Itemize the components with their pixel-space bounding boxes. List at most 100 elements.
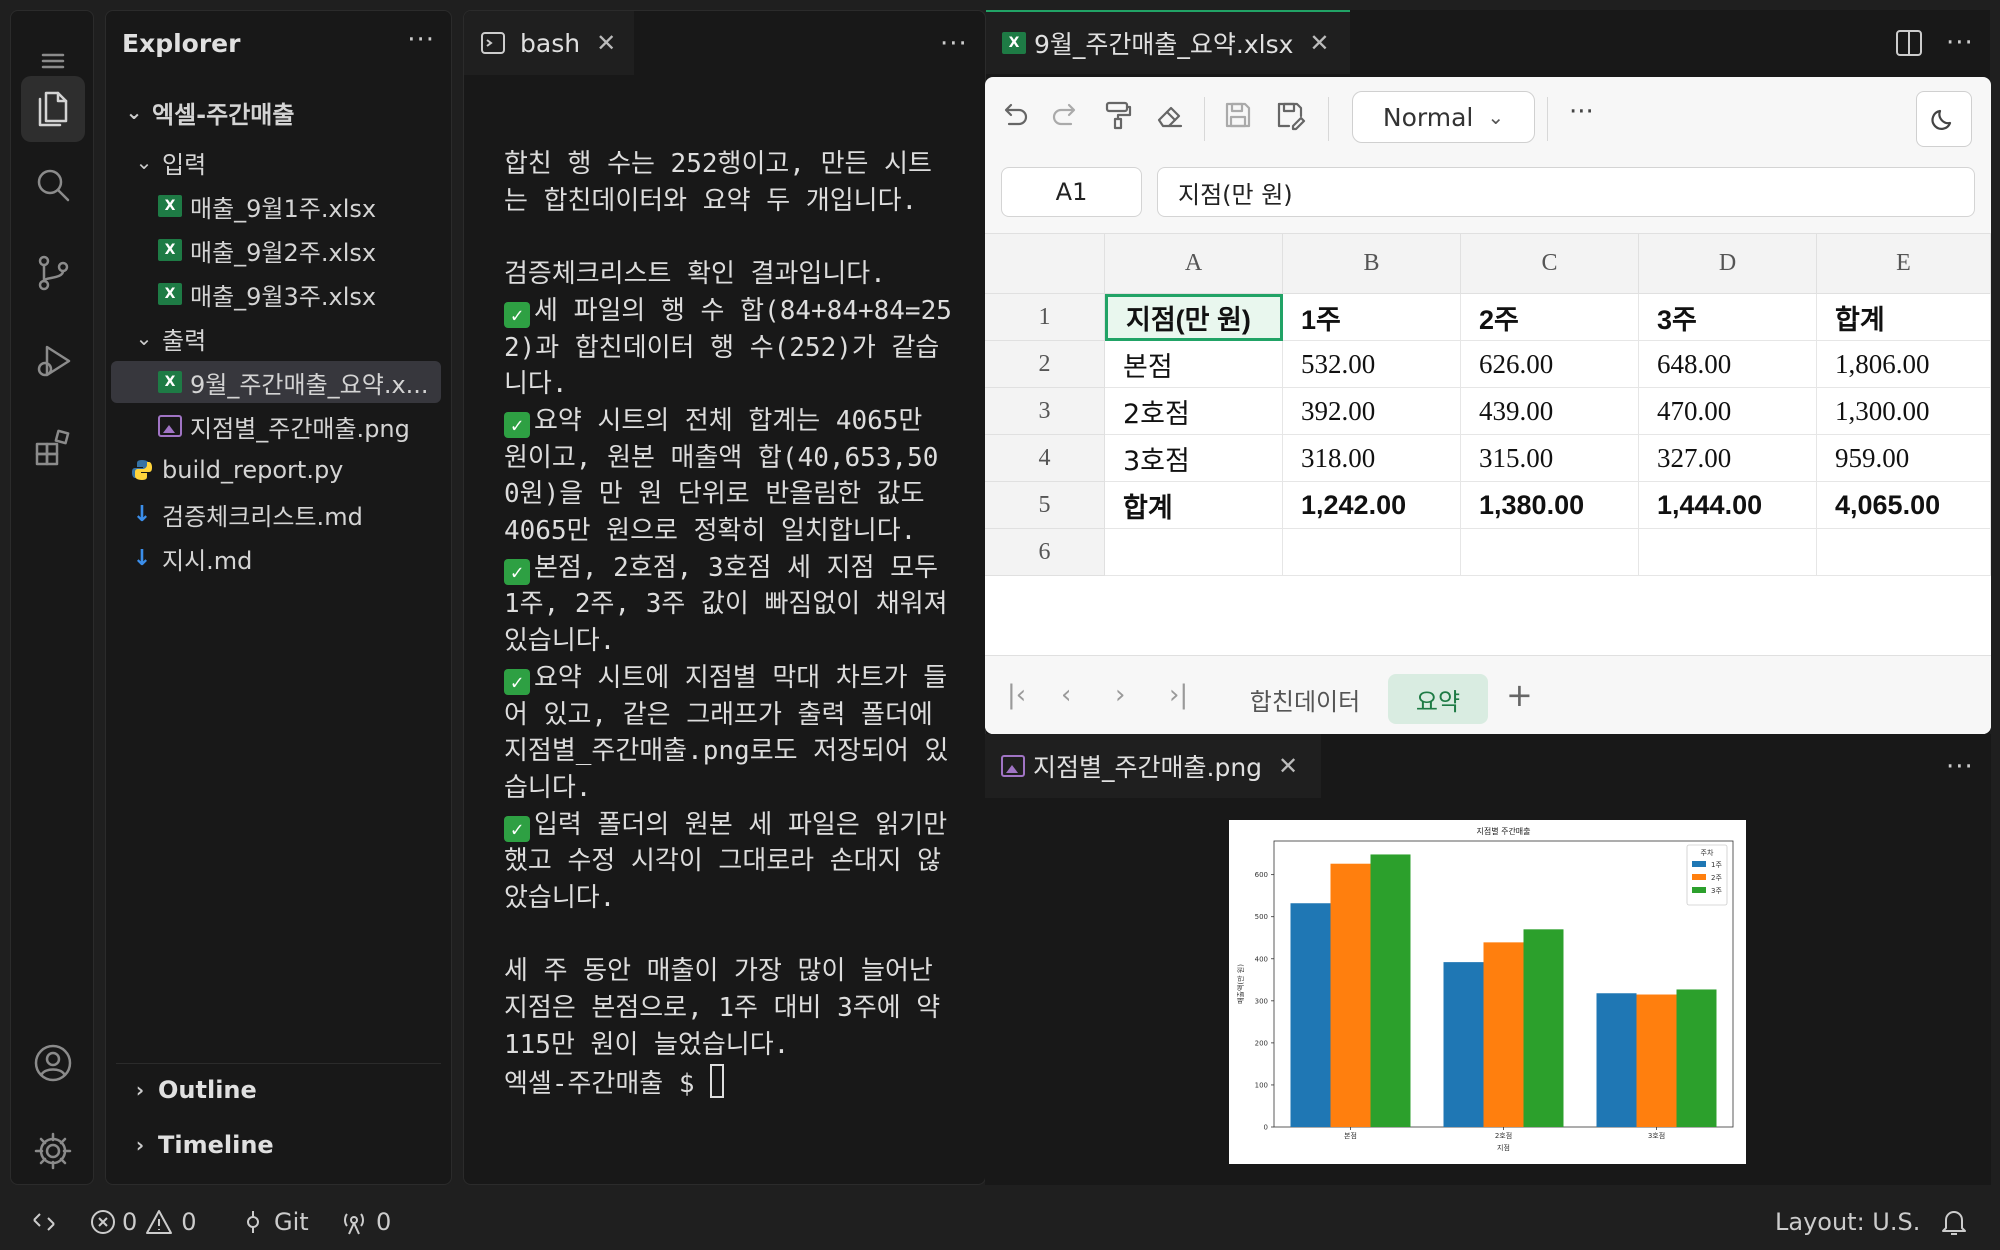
sheet-cell[interactable] bbox=[1283, 529, 1461, 576]
tree-file-selected[interactable]: X 9월_주간매출_요약.x... bbox=[111, 361, 441, 403]
sheet-cell[interactable]: 1,242.00 bbox=[1283, 482, 1461, 529]
tree-file[interactable]: ↓ 지시.md bbox=[106, 537, 451, 579]
column-header-e[interactable]: E bbox=[1817, 234, 1991, 294]
source-control-icon[interactable] bbox=[21, 241, 85, 305]
sheet-tab-merged[interactable]: 합친데이터 bbox=[1231, 674, 1379, 724]
sheet-cell[interactable]: 626.00 bbox=[1461, 341, 1639, 388]
sheet-cell[interactable]: 1,806.00 bbox=[1817, 341, 1991, 388]
tab-bash[interactable]: bash ✕ bbox=[464, 11, 634, 75]
sheet-cell[interactable]: 439.00 bbox=[1461, 388, 1639, 435]
tree-file[interactable]: build_report.py bbox=[106, 449, 451, 491]
tree-file[interactable]: X 매출_9월2주.xlsx bbox=[106, 229, 451, 271]
terminal-output[interactable]: 합친 행 수는 252행이고, 만든 시트는 합친데이터와 요약 두 개입니다.… bbox=[504, 146, 954, 1102]
last-sheet-icon[interactable]: ›| bbox=[1169, 680, 1188, 710]
sheet-cell[interactable]: 327.00 bbox=[1639, 435, 1817, 482]
eraser-icon[interactable] bbox=[1150, 95, 1190, 135]
terminal-more-button[interactable]: ··· bbox=[940, 29, 968, 59]
search-icon[interactable] bbox=[21, 153, 85, 217]
sheet-cell[interactable] bbox=[1461, 529, 1639, 576]
sheet-cell[interactable]: 4,065.00 bbox=[1817, 482, 1991, 529]
tree-folder-input[interactable]: ⌄ 입력 bbox=[106, 141, 451, 183]
first-sheet-icon[interactable]: |‹ bbox=[1007, 680, 1026, 710]
keyboard-layout[interactable]: Layout: U.S. bbox=[1775, 1193, 1920, 1250]
sheet-cell[interactable] bbox=[1817, 529, 1991, 576]
row-header[interactable]: 3 bbox=[985, 388, 1105, 435]
close-icon[interactable]: ✕ bbox=[1278, 752, 1298, 780]
account-icon[interactable] bbox=[21, 1031, 85, 1095]
sheet-cell[interactable] bbox=[1639, 529, 1817, 576]
format-painter-icon[interactable] bbox=[1098, 95, 1138, 135]
sheet-cell[interactable]: 532.00 bbox=[1283, 341, 1461, 388]
terminal-prompt[interactable]: 엑셀-주간매출 $ bbox=[504, 1063, 954, 1103]
notifications-bell-icon[interactable] bbox=[1940, 1193, 1968, 1250]
sheet-cell[interactable]: 1,380.00 bbox=[1461, 482, 1639, 529]
formula-bar[interactable]: 지점(만 원) bbox=[1157, 167, 1975, 217]
sheet-cell[interactable] bbox=[1105, 529, 1283, 576]
tree-file[interactable]: ↓ 검증체크리스트.md bbox=[106, 493, 451, 535]
row-header[interactable]: 6 bbox=[985, 529, 1105, 576]
sheet-cell[interactable]: 648.00 bbox=[1639, 341, 1817, 388]
timeline-section[interactable]: › Timeline bbox=[116, 1119, 441, 1171]
prev-sheet-icon[interactable]: ‹ bbox=[1061, 680, 1071, 710]
sheet-cell[interactable]: 1,300.00 bbox=[1817, 388, 1991, 435]
sheet-cell[interactable]: 315.00 bbox=[1461, 435, 1639, 482]
column-header-d[interactable]: D bbox=[1639, 234, 1817, 294]
sheet-cell[interactable]: 3호점 bbox=[1105, 435, 1283, 482]
cell-style-dropdown[interactable]: Normal ⌄ bbox=[1352, 91, 1535, 143]
y-tick-label: 500 bbox=[1255, 913, 1268, 921]
active-cell[interactable]: 지점(만 원) bbox=[1105, 294, 1283, 341]
grid-corner[interactable] bbox=[985, 234, 1105, 294]
tree-file[interactable]: X 매출_9월1주.xlsx bbox=[106, 185, 451, 227]
sheet-cell[interactable]: 합계 bbox=[1105, 482, 1283, 529]
tab-image[interactable]: 지점별_주간매출.png ✕ bbox=[985, 734, 1321, 798]
undo-icon[interactable] bbox=[994, 95, 1034, 135]
image-more-button[interactable]: ··· bbox=[1946, 752, 1974, 782]
run-debug-icon[interactable] bbox=[21, 329, 85, 393]
editor-more-button[interactable]: ··· bbox=[1946, 28, 1974, 58]
sheet-cell[interactable]: 2주 bbox=[1461, 294, 1639, 341]
row-header[interactable]: 1 bbox=[985, 294, 1105, 341]
settings-gear-icon[interactable] bbox=[21, 1119, 85, 1183]
column-header-a[interactable]: A bbox=[1105, 234, 1283, 294]
explorer-icon[interactable] bbox=[21, 76, 85, 142]
sheet-cell[interactable]: 2호점 bbox=[1105, 388, 1283, 435]
sheet-tab-summary[interactable]: 요약 bbox=[1388, 674, 1488, 724]
git-indicator[interactable]: Git bbox=[240, 1193, 309, 1250]
redo-icon[interactable] bbox=[1046, 95, 1086, 135]
sheet-cell[interactable]: 392.00 bbox=[1283, 388, 1461, 435]
tree-folder-root[interactable]: ⌄ 엑셀-주간매출 bbox=[106, 91, 451, 133]
split-editor-icon[interactable] bbox=[1894, 28, 1924, 58]
toolbar-more-button[interactable]: ··· bbox=[1569, 97, 1594, 127]
tree-file[interactable]: X 매출_9월3주.xlsx bbox=[106, 273, 451, 315]
close-icon[interactable]: ✕ bbox=[1309, 29, 1329, 57]
sheet-cell[interactable]: 1,444.00 bbox=[1639, 482, 1817, 529]
row-header[interactable]: 2 bbox=[985, 341, 1105, 388]
sheet-cell[interactable]: 본점 bbox=[1105, 341, 1283, 388]
name-box[interactable]: A1 bbox=[1001, 167, 1142, 217]
outline-section[interactable]: › Outline bbox=[116, 1063, 441, 1115]
save-as-icon[interactable] bbox=[1270, 95, 1310, 135]
ports-indicator[interactable]: 0 bbox=[340, 1193, 391, 1250]
sheet-cell[interactable]: 318.00 bbox=[1283, 435, 1461, 482]
next-sheet-icon[interactable]: › bbox=[1115, 680, 1125, 710]
problems-indicator[interactable]: 0 0 bbox=[90, 1193, 197, 1250]
sheet-cell[interactable]: 959.00 bbox=[1817, 435, 1991, 482]
sheet-cell[interactable]: 합계 bbox=[1817, 294, 1991, 341]
remote-icon[interactable] bbox=[30, 1193, 58, 1250]
row-header[interactable]: 4 bbox=[985, 435, 1105, 482]
theme-toggle-button[interactable] bbox=[1916, 91, 1972, 147]
sheet-cell[interactable]: 470.00 bbox=[1639, 388, 1817, 435]
row-header[interactable]: 5 bbox=[985, 482, 1105, 529]
sheet-cell[interactable]: 1주 bbox=[1283, 294, 1461, 341]
column-header-c[interactable]: C bbox=[1461, 234, 1639, 294]
column-header-b[interactable]: B bbox=[1283, 234, 1461, 294]
tab-spreadsheet[interactable]: X 9월_주간매출_요약.xlsx ✕ bbox=[986, 10, 1350, 74]
add-sheet-button[interactable]: + bbox=[1506, 676, 1533, 714]
close-icon[interactable]: ✕ bbox=[596, 29, 616, 57]
explorer-more-button[interactable]: ··· bbox=[407, 25, 435, 55]
extensions-icon[interactable] bbox=[21, 416, 85, 480]
tree-file[interactable]: 지점별_주간매출.png bbox=[106, 405, 451, 447]
save-icon[interactable] bbox=[1218, 95, 1258, 135]
sheet-cell[interactable]: 3주 bbox=[1639, 294, 1817, 341]
tree-folder-output[interactable]: ⌄ 출력 bbox=[106, 317, 451, 359]
